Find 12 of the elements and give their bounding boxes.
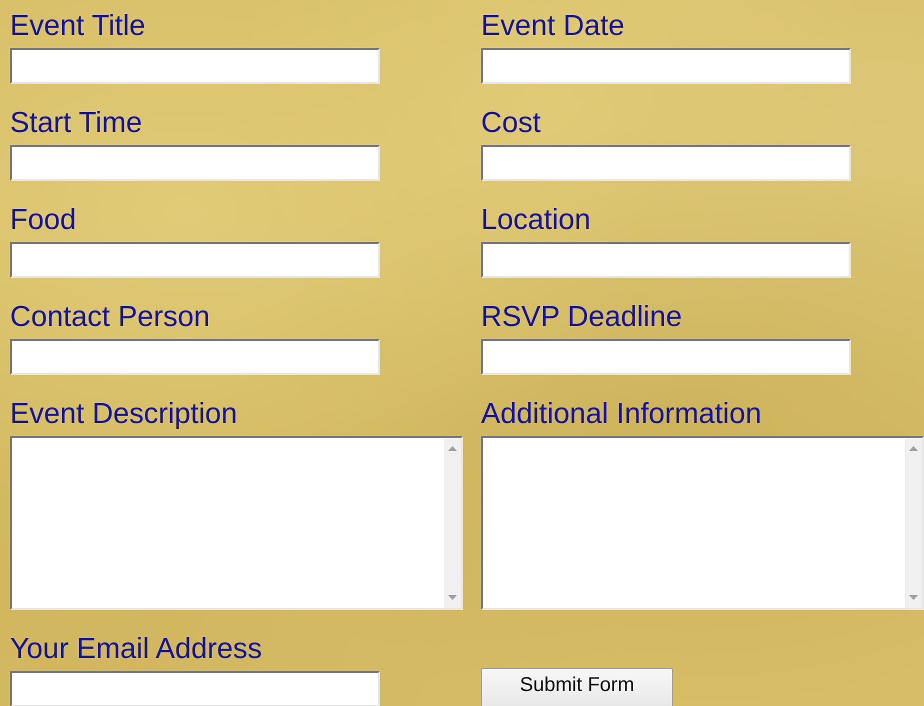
field-label: Food <box>10 203 76 238</box>
field-label: Event Title <box>10 9 146 44</box>
field-label: Contact Person <box>10 300 210 335</box>
field-label: Your Email Address <box>10 632 262 667</box>
field-label: Additional Information <box>481 397 762 432</box>
field-label: Cost <box>481 106 541 141</box>
field-label: Event Date <box>481 9 624 44</box>
submit-button[interactable]: Submit Form <box>481 668 673 706</box>
field-label: Location <box>481 203 591 238</box>
field-label: Start Time <box>10 106 142 141</box>
field-label: RSVP Deadline <box>481 300 682 335</box>
field-label: Event Description <box>10 397 238 432</box>
